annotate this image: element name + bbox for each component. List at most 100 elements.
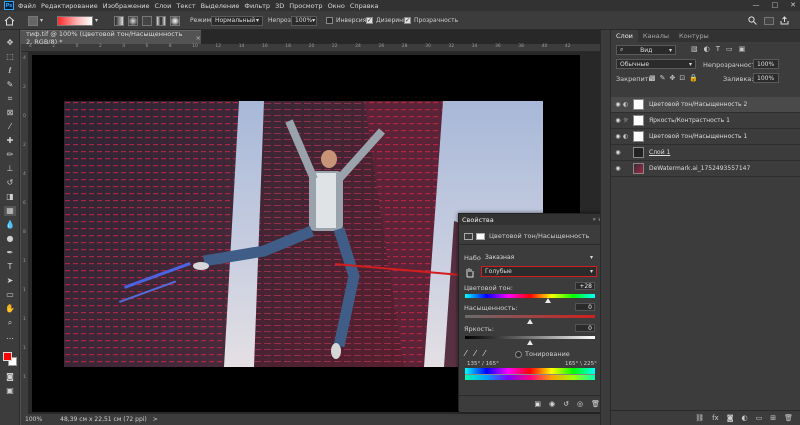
filter-shape-icon[interactable]: ▭	[726, 45, 733, 53]
view-previous-icon[interactable]: ◉	[549, 400, 555, 408]
tab-channels[interactable]: Каналы	[638, 30, 674, 42]
eraser-tool-icon[interactable]: ◨	[4, 192, 16, 202]
layer-thumbnail[interactable]	[633, 163, 644, 174]
visibility-eye-icon[interactable]: ◉	[613, 165, 623, 172]
tab-paths[interactable]: Контуры	[674, 30, 714, 42]
history-brush-tool-icon[interactable]: ↺	[4, 178, 16, 188]
layer-name[interactable]: Слой 1	[649, 149, 670, 156]
link-icon[interactable]: ⛓	[695, 414, 704, 422]
document-tab-close[interactable]: ×	[196, 34, 201, 42]
eyedropper-tool-icon[interactable]: ⁄	[4, 122, 16, 132]
folder-icon[interactable]: ▭	[756, 414, 763, 422]
brush-tool-icon[interactable]: ✏	[4, 150, 16, 160]
layer-opacity-input[interactable]: 100%	[753, 59, 779, 69]
clip-to-layer-icon[interactable]: ▣	[534, 400, 541, 408]
reset-icon[interactable]: ↺	[563, 400, 569, 408]
type-tool-icon[interactable]: T	[4, 262, 16, 272]
layer-row[interactable]: ◉ DeWatermark.ai_1752493557147	[611, 161, 800, 177]
visibility-eye-icon[interactable]: ◉	[613, 101, 623, 108]
visibility-eye-icon[interactable]: ◉	[613, 149, 623, 156]
blend-mode-select[interactable]: Обычные ▾	[616, 59, 696, 69]
home-icon[interactable]	[4, 15, 15, 26]
lock-pixels-icon[interactable]: ▩	[649, 74, 656, 82]
menu-text[interactable]: Текст	[176, 2, 195, 10]
foreground-color-swatch[interactable]	[3, 352, 12, 361]
rectangle-tool-icon[interactable]: ▭	[4, 290, 16, 300]
adjustment-icon[interactable]	[464, 232, 473, 240]
fill-input[interactable]: 100%	[753, 73, 779, 83]
lasso-tool-icon[interactable]: ℓ	[4, 66, 16, 76]
diamond-gradient-icon[interactable]	[170, 15, 180, 26]
layer-thumbnail[interactable]	[633, 147, 644, 158]
mask-icon[interactable]	[476, 232, 485, 240]
filter-adjust-icon[interactable]: ◐	[704, 45, 710, 53]
lock-artboard-icon[interactable]: ⊡	[679, 74, 685, 82]
status-expand-icon[interactable]: >	[153, 416, 158, 423]
menu-layers[interactable]: Слои	[154, 2, 171, 10]
close-button[interactable]: ✕	[790, 1, 796, 9]
hue-slider-thumb[interactable]	[545, 298, 552, 303]
visibility-eye-icon[interactable]: ◉	[613, 117, 623, 124]
saturation-value-input[interactable]: 0	[575, 303, 595, 311]
layer-row[interactable]: ◉ ◐ Цветовой тон/Насыщенность 2	[611, 97, 800, 113]
mode-select[interactable]: Нормальный ▾	[211, 15, 263, 26]
quick-mask-icon[interactable]: ◙	[4, 372, 16, 382]
blur-tool-icon[interactable]: 💧	[4, 220, 16, 230]
gradient-tool-icon[interactable]: ▦	[4, 206, 16, 216]
colorize-checkbox[interactable]: Тонирование	[515, 350, 570, 358]
minimize-button[interactable]: —	[753, 1, 760, 9]
path-select-tool-icon[interactable]: ➤	[4, 276, 16, 286]
hand-tool-icon[interactable]: ✋	[4, 304, 16, 314]
channel-select[interactable]: Голубые ▾	[481, 266, 597, 277]
menu-image[interactable]: Изображение	[103, 2, 150, 10]
screen-mode-icon[interactable]: ▣	[4, 386, 16, 396]
lightness-slider-thumb[interactable]	[527, 340, 533, 345]
stamp-tool-icon[interactable]: ⊥	[4, 164, 16, 174]
search-icon[interactable]	[748, 15, 757, 26]
saturation-slider-track[interactable]	[465, 315, 595, 324]
quick-select-tool-icon[interactable]: ✎	[4, 80, 16, 90]
zoom-tool-icon[interactable]: ⌕	[4, 318, 16, 328]
layer-name[interactable]: Яркость/Контрастность 1	[649, 117, 730, 124]
healing-tool-icon[interactable]: ✚	[4, 136, 16, 146]
menu-edit[interactable]: Редактирование	[41, 2, 98, 10]
eyedropper-plus-icon[interactable]: ⁄	[474, 349, 475, 358]
layer-name[interactable]: Цветовой тон/Насыщенность 2	[649, 101, 747, 108]
zoom-level[interactable]: 100%	[25, 416, 42, 423]
visibility-icon[interactable]: ◎	[577, 400, 583, 408]
mask-add-icon[interactable]: ◙	[727, 414, 734, 422]
fx-icon[interactable]: fx	[712, 414, 719, 422]
menu-window[interactable]: Окно	[328, 2, 345, 10]
layer-filter-select[interactable]: ⌕ Вид ▾	[616, 45, 676, 55]
transparency-checkbox[interactable]: ✓ Прозрачность	[404, 15, 458, 26]
menu-file[interactable]: Файл	[18, 2, 36, 10]
gradient-picker[interactable]: ▾	[57, 15, 98, 26]
menu-select[interactable]: Выделение	[201, 2, 240, 10]
eyedropper-minus-icon[interactable]: ⁄	[484, 349, 485, 358]
trash-icon[interactable]: 🗑	[784, 414, 793, 422]
tab-layers[interactable]: Слои	[611, 30, 638, 42]
lock-paint-icon[interactable]: ✎	[660, 74, 666, 82]
menu-view[interactable]: Просмотр	[289, 2, 322, 10]
hue-slider-track[interactable]	[465, 294, 595, 303]
layer-row[interactable]: ◉ ◐ Цветовой тон/Насыщенность 1	[611, 129, 800, 145]
angle-gradient-icon[interactable]	[142, 15, 152, 26]
more-tools-icon[interactable]: …	[4, 332, 16, 342]
hue-value-input[interactable]: +28	[575, 282, 595, 290]
layer-mask-thumbnail[interactable]	[633, 99, 644, 110]
eyedropper-icon[interactable]: ⁄	[465, 349, 466, 358]
reflected-gradient-icon[interactable]	[156, 15, 166, 26]
lightness-value-input[interactable]: 0	[575, 324, 595, 332]
filter-pixel-icon[interactable]: ▧	[691, 45, 698, 53]
lock-position-icon[interactable]: ✥	[670, 74, 676, 82]
crop-tool-icon[interactable]: ⌗	[4, 94, 16, 104]
dodge-tool-icon[interactable]: ●	[4, 234, 16, 244]
filter-type-icon[interactable]: T	[716, 45, 720, 53]
menu-filter[interactable]: Фильтр	[244, 2, 270, 10]
layer-row[interactable]: ◉ Слой 1	[611, 145, 800, 161]
saturation-slider-thumb[interactable]	[527, 319, 533, 324]
dither-checkbox[interactable]: ✓ Дизеринг	[366, 15, 406, 26]
adjustment-add-icon[interactable]: ◐	[742, 414, 748, 422]
layer-row[interactable]: ◉ ☼ Яркость/Контрастность 1	[611, 113, 800, 129]
new-layer-icon[interactable]: ⊞	[770, 414, 776, 422]
